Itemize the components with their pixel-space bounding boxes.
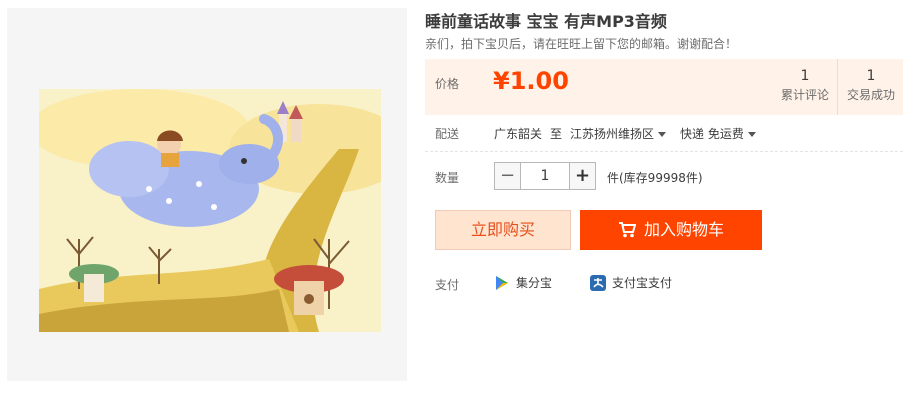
transactions-count: 1 <box>866 68 876 84</box>
product-image[interactable] <box>39 89 381 332</box>
buy-now-button[interactable]: 立即购买 <box>435 210 571 250</box>
price-panel: 价格 ¥1.00 1 累计评论 1 交易成功 <box>425 59 903 115</box>
shipping-destination-select[interactable]: 江苏扬州维扬区 <box>570 125 667 142</box>
shipping-origin: 广东韶关 <box>494 127 543 141</box>
reviews-count: 1 <box>800 68 810 84</box>
jifenbao-label: 集分宝 <box>516 276 553 290</box>
stat-divider <box>837 59 838 115</box>
jifenbao-icon <box>496 275 508 290</box>
quantity-minus-button[interactable]: − <box>494 162 521 190</box>
product-gallery <box>7 8 407 381</box>
alipay-icon <box>590 274 606 291</box>
shipping-method: 快递 免运费 <box>680 127 744 141</box>
transactions-label: 交易成功 <box>846 88 895 102</box>
price-label: 价格 <box>435 77 460 91</box>
payment-label: 支付 <box>435 278 460 292</box>
quantity-stepper: − 1 + <box>494 162 596 190</box>
payment-jifenbao[interactable]: 集分宝 <box>494 274 552 291</box>
chevron-down-icon <box>658 132 667 137</box>
add-to-cart-label: 加入购物车 <box>643 220 724 239</box>
shipping-row: 广东韶关 至 江苏扬州维扬区 快递 免运费 <box>494 125 756 142</box>
divider <box>425 151 903 152</box>
price-value: ¥1.00 <box>493 67 569 95</box>
quantity-label: 数量 <box>435 171 460 185</box>
payment-alipay[interactable]: 支付宝支付 <box>590 274 672 291</box>
quantity-plus-button[interactable]: + <box>569 162 596 190</box>
reviews-label: 累计评论 <box>780 88 829 102</box>
stock-text: 件(库存99998件) <box>607 171 703 185</box>
product-title: 睡前童话故事 宝宝 有声MP3音频 <box>425 12 667 31</box>
quantity-input[interactable]: 1 <box>521 162 569 190</box>
shipping-to: 至 <box>550 127 563 141</box>
chevron-down-icon <box>747 132 756 137</box>
add-to-cart-button[interactable]: 加入购物车 <box>580 210 762 250</box>
shipping-destination: 江苏扬州维扬区 <box>570 127 655 141</box>
cart-icon <box>618 222 636 238</box>
stat-reviews[interactable]: 1 累计评论 <box>775 67 835 105</box>
shipping-method-select[interactable]: 快递 免运费 <box>680 125 756 142</box>
product-subtitle: 亲们，拍下宝贝后，请在旺旺上留下您的邮箱。谢谢配合！ <box>425 37 738 51</box>
alipay-label: 支付宝支付 <box>612 276 673 290</box>
stat-transactions: 1 交易成功 <box>841 67 901 105</box>
shipping-label: 配送 <box>435 127 460 141</box>
